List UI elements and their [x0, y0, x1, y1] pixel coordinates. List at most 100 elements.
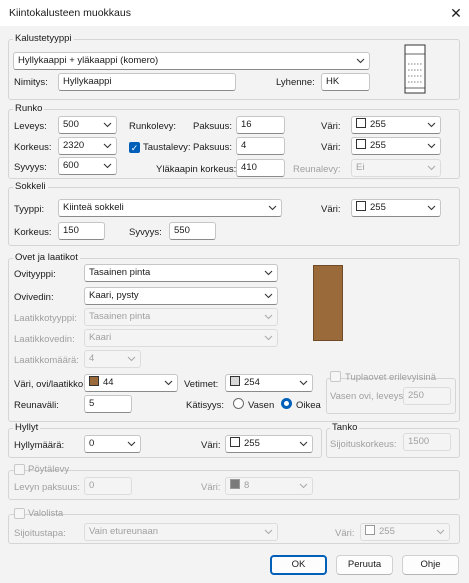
- plinth-height-field[interactable]: 150: [58, 222, 105, 240]
- back-thickness-label: Paksuus:: [193, 142, 233, 153]
- frame-thickness-field[interactable]: 16: [236, 116, 285, 134]
- cancel-button[interactable]: Peruuta: [336, 555, 393, 575]
- right-radio-label: Oikea: [296, 400, 321, 411]
- light-color-value: 255: [379, 526, 395, 537]
- ok-button[interactable]: OK: [270, 555, 327, 575]
- chevron-down-icon: [436, 529, 445, 535]
- chevron-down-icon: [103, 163, 112, 169]
- door-type-select[interactable]: Tasainen pinta: [84, 264, 278, 282]
- chevron-down-icon: [427, 122, 436, 128]
- shelf-count-select[interactable]: 0: [84, 435, 141, 453]
- chevron-down-icon: [264, 270, 273, 276]
- name-field[interactable]: Hyllykaappi: [58, 73, 236, 91]
- height-value: 2320: [63, 140, 85, 151]
- chevron-down-icon: [264, 335, 273, 341]
- double-doors-checkbox[interactable]: [330, 371, 341, 382]
- table-color-select[interactable]: 8: [225, 477, 313, 495]
- chevron-down-icon: [299, 441, 308, 447]
- plinth-group-label: Sokkeli: [13, 181, 48, 193]
- body-group-label: Runko: [13, 103, 45, 115]
- drawer-count-select[interactable]: 4: [84, 350, 141, 368]
- back-color-label: Väri:: [321, 142, 341, 153]
- type-group-label: Kalustetyyppi: [13, 33, 74, 45]
- table-thickness-label: Levyn paksuus:: [14, 482, 81, 493]
- chevron-down-icon: [127, 441, 136, 447]
- plinth-type-value: Kiinteä sokkeli: [63, 202, 124, 213]
- light-checkbox[interactable]: [14, 508, 25, 519]
- plinth-depth-field[interactable]: 550: [169, 222, 216, 240]
- door-color-select[interactable]: 44: [84, 374, 178, 392]
- light-placement-label: Sijoitustapa:: [14, 528, 66, 539]
- chevron-down-icon: [264, 529, 273, 535]
- plinth-color-value: 255: [370, 202, 386, 213]
- doors-group-label: Ovet ja laatikot: [13, 252, 80, 264]
- pole-height-field[interactable]: 1500: [403, 433, 451, 451]
- name-label: Nimitys:: [14, 77, 48, 88]
- furniture-type-select[interactable]: Hyllykaappi + yläkaappi (komero): [13, 52, 370, 70]
- depth-select[interactable]: 600: [58, 157, 117, 175]
- handles-color-value: 254: [244, 377, 260, 388]
- back-thickness-field[interactable]: 4: [236, 137, 285, 155]
- left-door-width-label: Vasen ovi, leveys:: [330, 391, 406, 402]
- color-swatch: [230, 437, 240, 447]
- door-handle-select[interactable]: Kaari, pysty: [84, 287, 278, 305]
- shelf-color-select[interactable]: 255: [225, 435, 313, 453]
- chevron-down-icon: [427, 165, 436, 171]
- color-swatch: [356, 201, 366, 211]
- table-checkbox[interactable]: [14, 464, 25, 475]
- right-radio[interactable]: [281, 398, 292, 409]
- light-placement-select[interactable]: Vain etureunaan: [84, 523, 278, 541]
- drawer-type-label: Laatikkotyyppi:: [14, 313, 77, 324]
- window-title: Kiintokalusteen muokkaus: [9, 7, 131, 19]
- chevron-down-icon: [103, 143, 112, 149]
- drawer-handle-select[interactable]: Kaari: [84, 329, 278, 347]
- table-group-label: Pöytälevy: [28, 464, 70, 475]
- frame-board-label: Runkolevy:: [129, 121, 176, 132]
- back-color-select[interactable]: 255: [351, 137, 441, 155]
- frame-color-select[interactable]: 255: [351, 116, 441, 134]
- shelf-count-value: 0: [89, 438, 95, 449]
- door-type-label: Ovityyppi:: [14, 269, 56, 280]
- light-color-select[interactable]: 255: [360, 523, 450, 541]
- frame-thickness-label: Paksuus:: [193, 121, 233, 132]
- edge-board-label: Reunalevy:: [293, 164, 341, 175]
- door-handle-label: Ovivedin:: [14, 292, 54, 303]
- depth-value: 600: [63, 160, 79, 171]
- width-select[interactable]: 500: [58, 116, 117, 134]
- table-thickness-field[interactable]: 0: [84, 477, 132, 495]
- close-icon[interactable]: ✕: [446, 3, 466, 23]
- chevron-down-icon: [427, 143, 436, 149]
- back-board-checkbox[interactable]: ✓: [129, 142, 140, 153]
- left-radio-label: Vasen: [248, 400, 275, 411]
- height-select[interactable]: 2320: [58, 137, 117, 155]
- edge-board-select[interactable]: Ei: [351, 159, 441, 177]
- top-height-field[interactable]: 410: [236, 159, 285, 177]
- plinth-color-label: Väri:: [321, 204, 341, 215]
- drawer-count-label: Laatikkomäärä:: [14, 355, 79, 366]
- drawer-type-value: Tasainen pinta: [89, 311, 151, 322]
- width-value: 500: [63, 119, 79, 130]
- chevron-down-icon: [299, 380, 308, 386]
- furniture-type-value: Hyllykaappi + yläkaappi (komero): [18, 55, 159, 66]
- door-handle-value: Kaari, pysty: [89, 290, 139, 301]
- abbr-field[interactable]: HK: [321, 73, 370, 91]
- plinth-color-select[interactable]: 255: [351, 199, 441, 217]
- handles-color-select[interactable]: 254: [225, 374, 313, 392]
- pole-height-label: Sijoituskorkeus:: [330, 439, 397, 450]
- gap-field[interactable]: 5: [84, 395, 132, 413]
- left-radio[interactable]: [233, 398, 244, 409]
- shelf-color-label: Väri:: [201, 440, 221, 451]
- light-placement-value: Vain etureunaan: [89, 526, 159, 537]
- chevron-down-icon: [356, 58, 365, 64]
- table-color-label: Väri:: [201, 482, 221, 493]
- plinth-height-label: Korkeus:: [14, 227, 52, 238]
- edge-board-value: Ei: [356, 162, 365, 173]
- drawer-type-select[interactable]: Tasainen pinta: [84, 308, 278, 326]
- chevron-down-icon: [268, 205, 277, 211]
- left-door-width-field[interactable]: 250: [403, 387, 451, 405]
- help-button[interactable]: Ohje: [402, 555, 459, 575]
- light-group-label: Valolista: [28, 508, 64, 519]
- width-label: Leveys:: [14, 121, 47, 132]
- plinth-type-select[interactable]: Kiinteä sokkeli: [58, 199, 282, 217]
- door-preview: [313, 265, 343, 341]
